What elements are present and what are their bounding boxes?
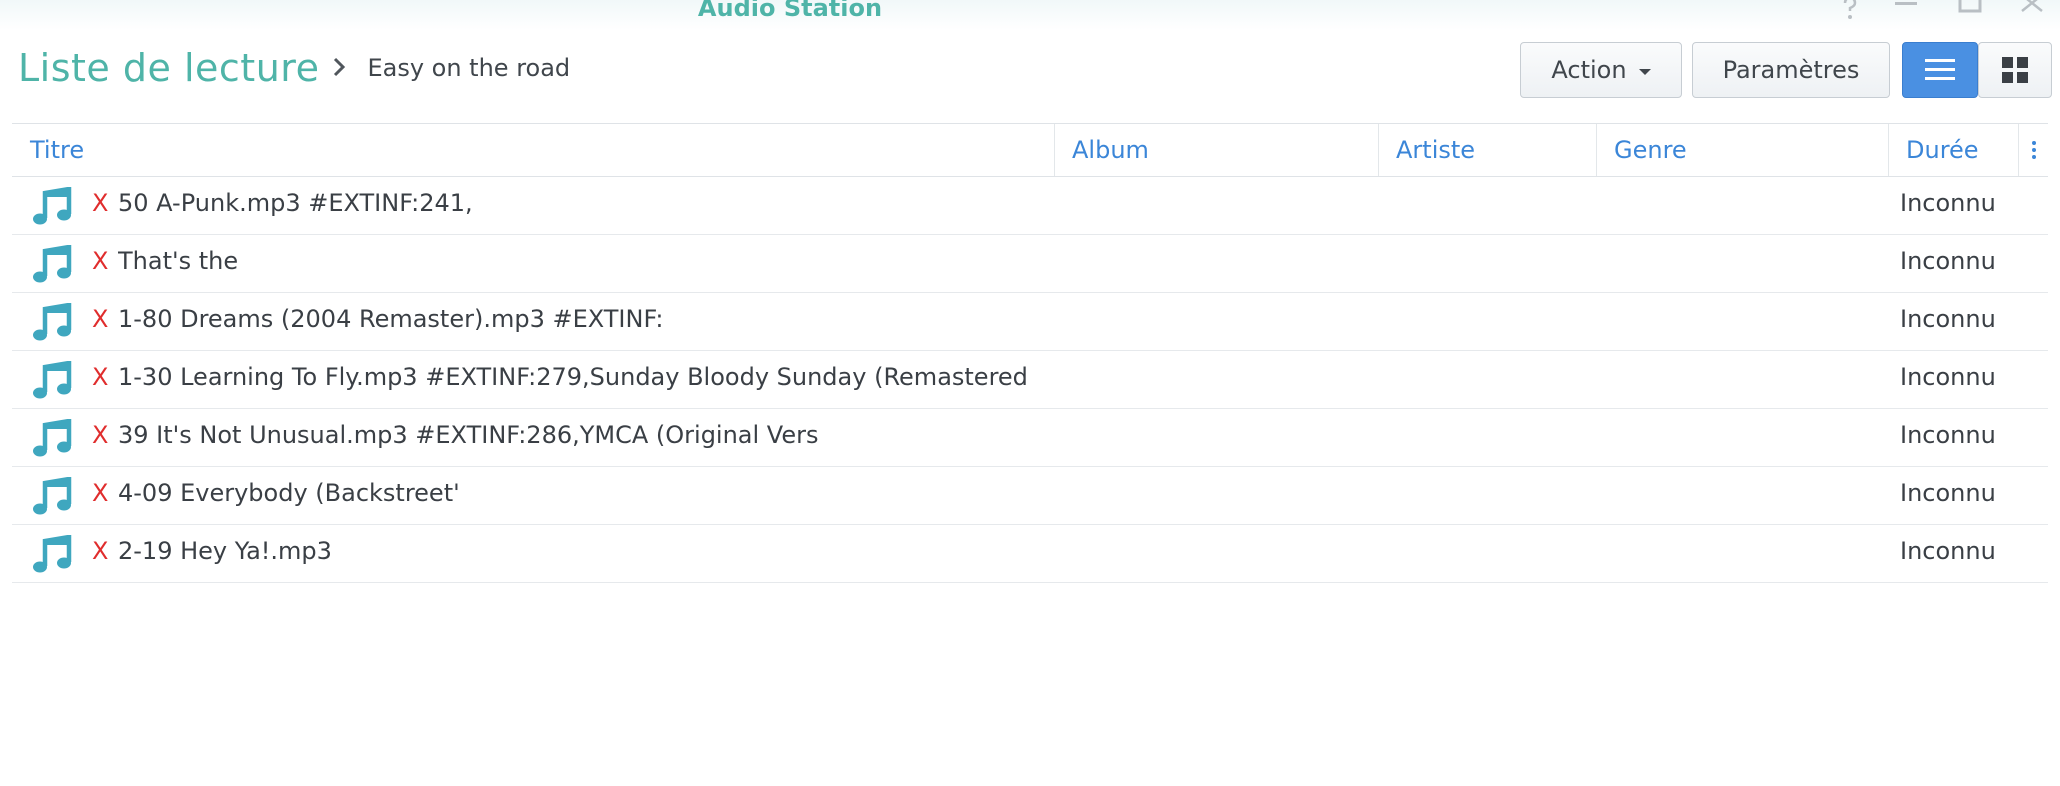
track-duration: Inconnu — [1900, 189, 1996, 217]
missing-file-mark: X — [92, 421, 109, 449]
list-view-button[interactable] — [1902, 42, 1978, 98]
window-titlebar: Audio Station — [0, 0, 2060, 30]
minimize-icon[interactable] — [1886, 0, 1926, 24]
table-header: Titre Album Artiste Genre Durée — [12, 123, 2048, 177]
track-duration: Inconnu — [1900, 537, 1996, 565]
action-button[interactable]: Action — [1520, 42, 1682, 98]
track-duration: Inconnu — [1900, 247, 1996, 275]
app-title: Audio Station — [697, 0, 883, 22]
missing-file-mark: X — [92, 247, 109, 275]
missing-file-mark: X — [92, 537, 109, 565]
music-note-icon — [33, 419, 72, 457]
column-header-duration[interactable]: Durée — [1888, 124, 2018, 176]
track-title: 1-30 Learning To Fly.mp3 #EXTINF:279,Sun… — [118, 363, 1028, 391]
table-row[interactable]: X 50 A-Punk.mp3 #EXTINF:241, Inconnu — [12, 177, 2048, 235]
breadcrumb-current: Easy on the road — [367, 54, 571, 82]
action-button-label: Action — [1551, 56, 1627, 84]
track-table: Titre Album Artiste Genre Durée X 50 A-P… — [12, 123, 2048, 583]
help-icon[interactable] — [1830, 0, 1870, 24]
track-title: That's the — [118, 247, 239, 275]
music-note-icon — [33, 187, 72, 225]
track-duration: Inconnu — [1900, 305, 1996, 333]
music-note-icon — [33, 361, 72, 399]
page-header: Liste de lecture Easy on the road Action… — [0, 30, 2060, 124]
music-note-icon — [33, 303, 72, 341]
list-view-icon — [1925, 59, 1955, 80]
table-row[interactable]: X That's the Inconnu — [12, 235, 2048, 293]
chevron-right-icon — [319, 57, 359, 77]
table-row[interactable]: X 39 It's Not Unusual.mp3 #EXTINF:286,YM… — [12, 409, 2048, 467]
missing-file-mark: X — [92, 305, 109, 333]
column-header-artist[interactable]: Artiste — [1378, 124, 1596, 176]
missing-file-mark: X — [92, 363, 109, 391]
caret-down-icon — [1638, 68, 1651, 75]
track-duration: Inconnu — [1900, 421, 1996, 449]
close-icon[interactable] — [2012, 0, 2052, 24]
vertical-dots-icon — [2031, 141, 2036, 159]
column-header-album[interactable]: Album — [1054, 124, 1378, 176]
music-note-icon — [33, 245, 72, 283]
settings-button-label: Paramètres — [1722, 56, 1860, 84]
table-row[interactable]: X 4-09 Everybody (Backstreet' Inconnu — [12, 467, 2048, 525]
track-title: 39 It's Not Unusual.mp3 #EXTINF:286,YMCA… — [118, 421, 819, 449]
track-duration: Inconnu — [1900, 479, 1996, 507]
track-title: 1-80 Dreams (2004 Remaster).mp3 #EXTINF: — [118, 305, 664, 333]
missing-file-mark: X — [92, 189, 109, 217]
music-note-icon — [33, 535, 72, 573]
table-row[interactable]: X 1-80 Dreams (2004 Remaster).mp3 #EXTIN… — [12, 293, 2048, 351]
music-note-icon — [33, 477, 72, 515]
table-row[interactable]: X 1-30 Learning To Fly.mp3 #EXTINF:279,S… — [12, 351, 2048, 409]
track-duration: Inconnu — [1900, 363, 1996, 391]
column-menu-button[interactable] — [2018, 124, 2048, 176]
breadcrumb-playlists-link[interactable]: Liste de lecture — [18, 46, 319, 90]
column-header-genre[interactable]: Genre — [1596, 124, 1888, 176]
track-title: 2-19 Hey Ya!.mp3 — [118, 537, 332, 565]
missing-file-mark: X — [92, 479, 109, 507]
grid-view-button[interactable] — [1978, 42, 2052, 98]
breadcrumb: Liste de lecture Easy on the road — [18, 46, 570, 90]
grid-view-icon — [2002, 57, 2028, 83]
settings-button[interactable]: Paramètres — [1692, 42, 1890, 98]
track-title: 50 A-Punk.mp3 #EXTINF:241, — [118, 189, 473, 217]
column-header-title[interactable]: Titre — [12, 124, 1054, 176]
maximize-icon[interactable] — [1950, 0, 1990, 24]
track-title: 4-09 Everybody (Backstreet' — [118, 479, 460, 507]
table-row[interactable]: X 2-19 Hey Ya!.mp3 Inconnu — [12, 525, 2048, 583]
